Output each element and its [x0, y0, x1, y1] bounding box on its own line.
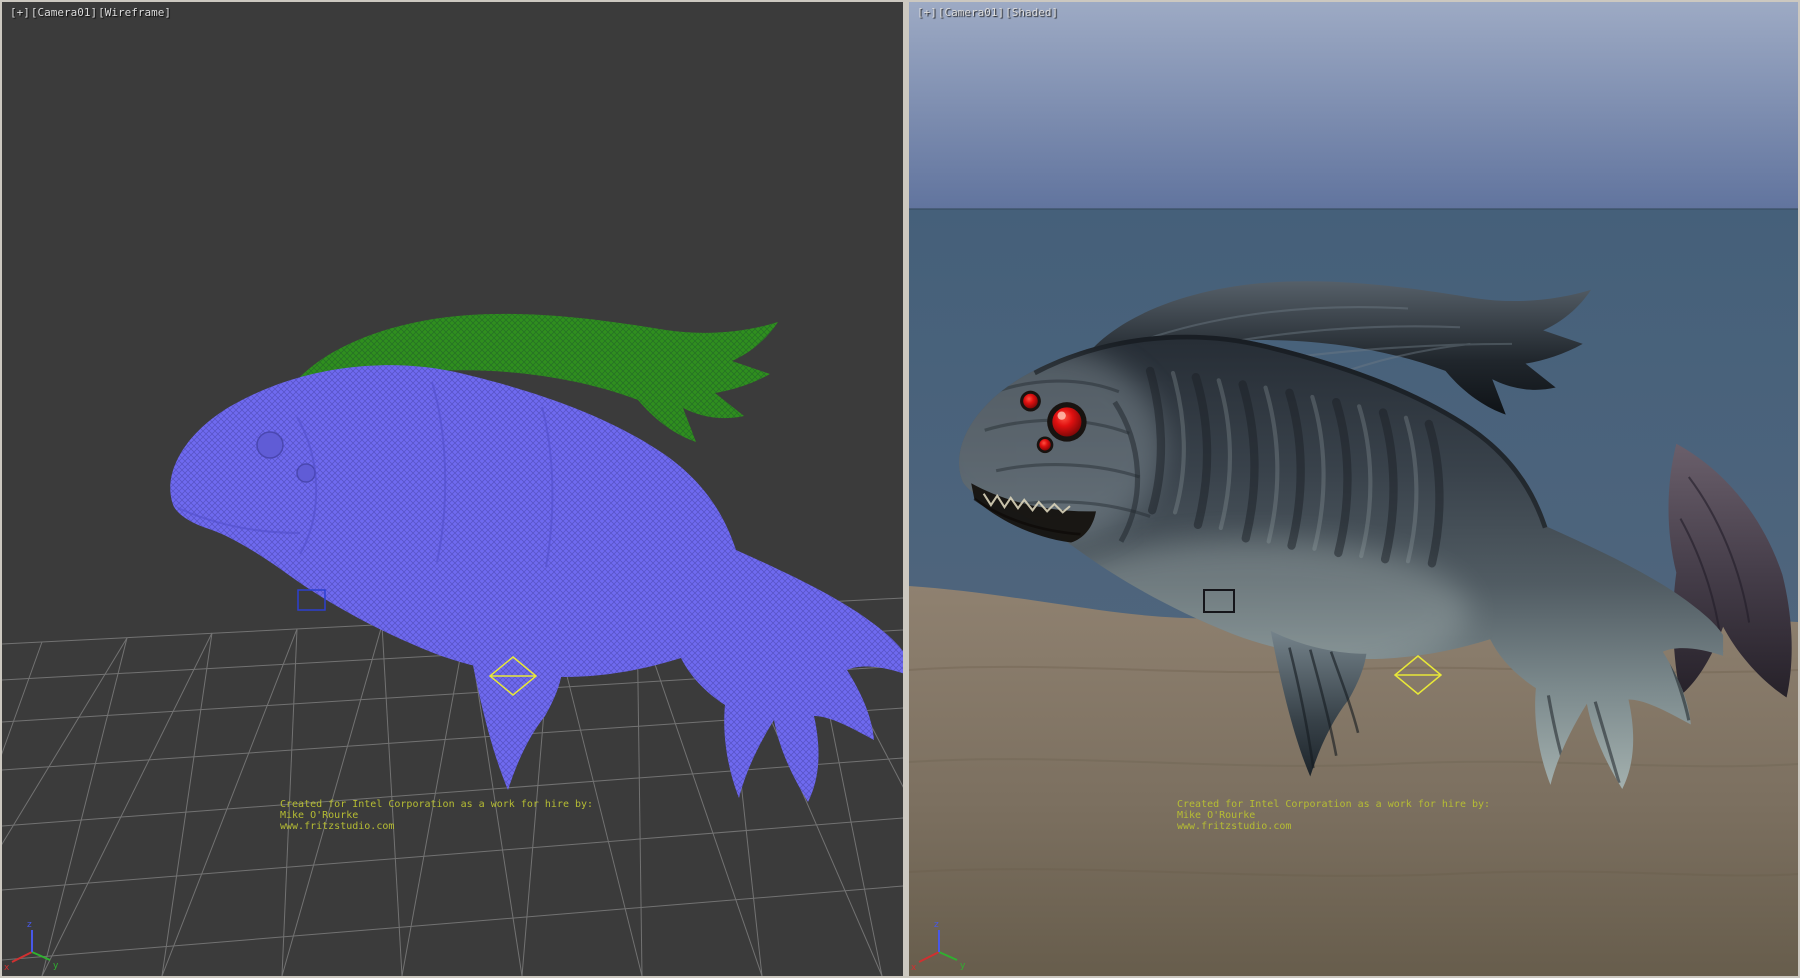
fish-eye-small	[1023, 394, 1038, 409]
axis-z-label: z	[27, 920, 32, 930]
axis-z-label: z	[934, 920, 939, 930]
credit-line-2: Mike O'Rourke	[280, 810, 593, 821]
viewport-shading-menu[interactable]: [Wireframe]	[98, 6, 171, 19]
viewport-label: [+][Camera01][Shaded]	[917, 6, 1059, 19]
viewport-pov-menu[interactable]: [Camera01]	[938, 6, 1004, 19]
viewport-general-menu[interactable]: [+]	[10, 6, 30, 19]
axis-x-label: x	[911, 963, 917, 973]
viewport-label: [+][Camera01][Wireframe]	[10, 6, 172, 19]
credit-line-3: www.fritzstudio.com	[280, 821, 593, 832]
viewport-wireframe[interactable]: x y z [+][Camera01][Wireframe] Created f…	[2, 2, 903, 976]
fish-eye	[257, 432, 283, 458]
credit-line-2: Mike O'Rourke	[1177, 810, 1490, 821]
axis-y-label: y	[53, 961, 59, 971]
sky	[909, 2, 1798, 209]
viewport-layout: x y z [+][Camera01][Wireframe] Created f…	[0, 0, 1800, 978]
credit-text: Created for Intel Corporation as a work …	[1177, 799, 1490, 832]
axis-y-label: y	[960, 961, 966, 971]
credit-line-1: Created for Intel Corporation as a work …	[280, 799, 593, 810]
viewport-pov-menu[interactable]: [Camera01]	[31, 6, 97, 19]
fish-eye	[297, 464, 315, 482]
credit-line-3: www.fritzstudio.com	[1177, 821, 1490, 832]
credit-text: Created for Intel Corporation as a work …	[280, 799, 593, 832]
fish-eye-small	[1039, 439, 1050, 450]
horizon-line	[909, 208, 1798, 210]
axis-x-label: x	[4, 963, 10, 973]
viewport-shaded[interactable]: x y z [+][Camera01][Shaded] Created for …	[909, 2, 1798, 976]
viewport-shading-menu[interactable]: [Shaded]	[1005, 6, 1058, 19]
viewport-general-menu[interactable]: [+]	[917, 6, 937, 19]
fish-eye-large	[1052, 407, 1081, 436]
credit-line-1: Created for Intel Corporation as a work …	[1177, 799, 1490, 810]
